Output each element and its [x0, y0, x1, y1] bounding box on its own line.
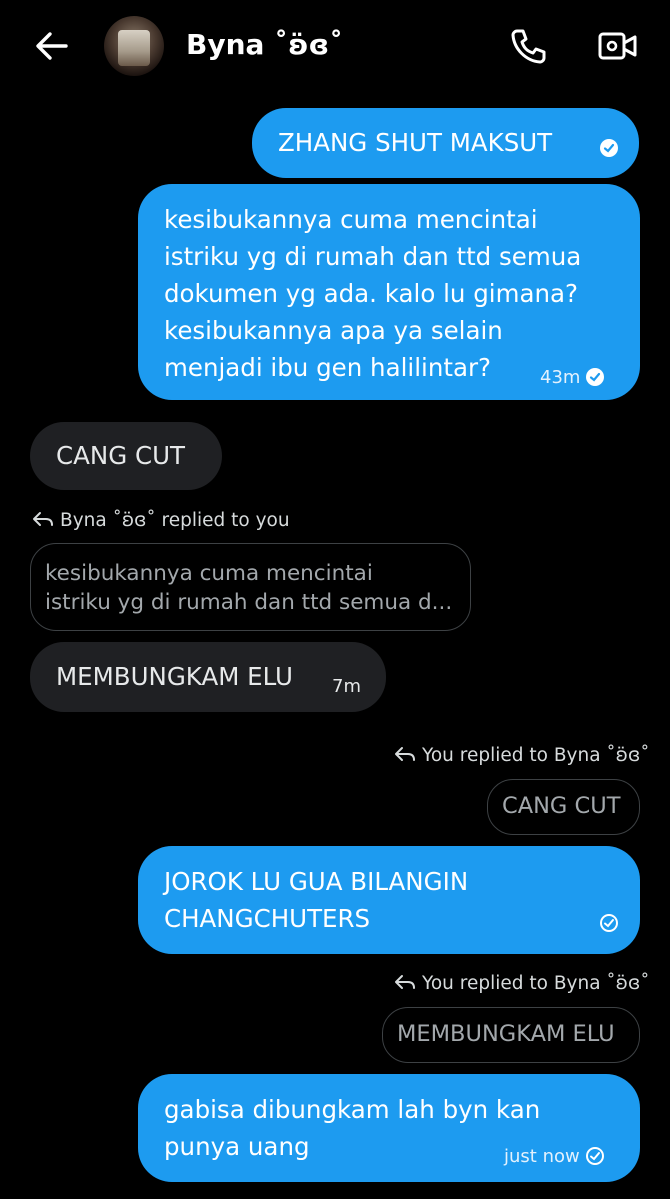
message-text: CANG CUT — [56, 441, 185, 470]
contact-name[interactable]: Byna ˚ʚ̈ɞ˚ — [186, 28, 343, 61]
reply-label: You replied to Byna ˚ʚ̈ɞ˚ — [394, 745, 649, 766]
reply-arrow-icon — [395, 747, 415, 761]
read-receipt-icon — [600, 139, 618, 157]
read-receipt-icon — [586, 368, 605, 386]
avatar[interactable] — [104, 16, 164, 76]
message-bubble-incoming[interactable]: CANG CUT — [30, 422, 222, 490]
quoted-text: kesibukannya cuma mencintai istriku yg d… — [45, 561, 453, 615]
message-text: ZHANG SHUT MAKSUT — [278, 128, 553, 157]
sent-receipt-icon — [600, 914, 618, 932]
back-button[interactable] — [30, 24, 74, 68]
reply-label: You replied to Byna ˚ʚ̈ɞ˚ — [394, 973, 649, 994]
message-time: just now — [504, 1146, 580, 1167]
message-text: MEMBUNGKAM ELU — [56, 662, 293, 691]
message-bubble-outgoing[interactable]: ZHANG SHUT MAKSUT — [252, 108, 639, 178]
quoted-message[interactable]: CANG CUT — [487, 779, 640, 835]
reply-arrow-icon — [395, 975, 415, 989]
message-bubble-incoming[interactable]: MEMBUNGKAM ELU 7m — [30, 642, 386, 712]
arrow-left-icon — [36, 32, 68, 60]
message-text: JOROK LU GUA BILANGIN CHANGCHUTERS — [164, 867, 469, 933]
video-camera-icon — [598, 32, 637, 60]
chat-header: Byna ˚ʚ̈ɞ˚ — [0, 0, 670, 92]
message-bubble-outgoing[interactable]: kesibukannya cuma mencintai istriku yg d… — [138, 184, 640, 400]
reply-label: Byna ˚ʚ̈ɞ˚ replied to you — [32, 510, 290, 531]
video-call-button[interactable] — [596, 24, 640, 68]
reply-arrow-icon — [33, 512, 53, 526]
call-button[interactable] — [506, 24, 550, 68]
message-bubble-outgoing[interactable]: JOROK LU GUA BILANGIN CHANGCHUTERS — [138, 846, 640, 954]
quoted-message[interactable]: MEMBUNGKAM ELU — [382, 1007, 640, 1063]
quoted-text: MEMBUNGKAM ELU — [397, 1021, 615, 1047]
phone-icon — [511, 29, 546, 64]
quoted-message[interactable]: kesibukannya cuma mencintai istriku yg d… — [30, 543, 471, 631]
sent-receipt-icon — [585, 1147, 604, 1165]
message-time: 7m — [332, 676, 361, 697]
message-bubble-outgoing[interactable]: gabisa dibungkam lah byn kan punya uang … — [138, 1074, 640, 1182]
quoted-text: CANG CUT — [502, 793, 621, 819]
message-time: 43m — [540, 367, 581, 388]
